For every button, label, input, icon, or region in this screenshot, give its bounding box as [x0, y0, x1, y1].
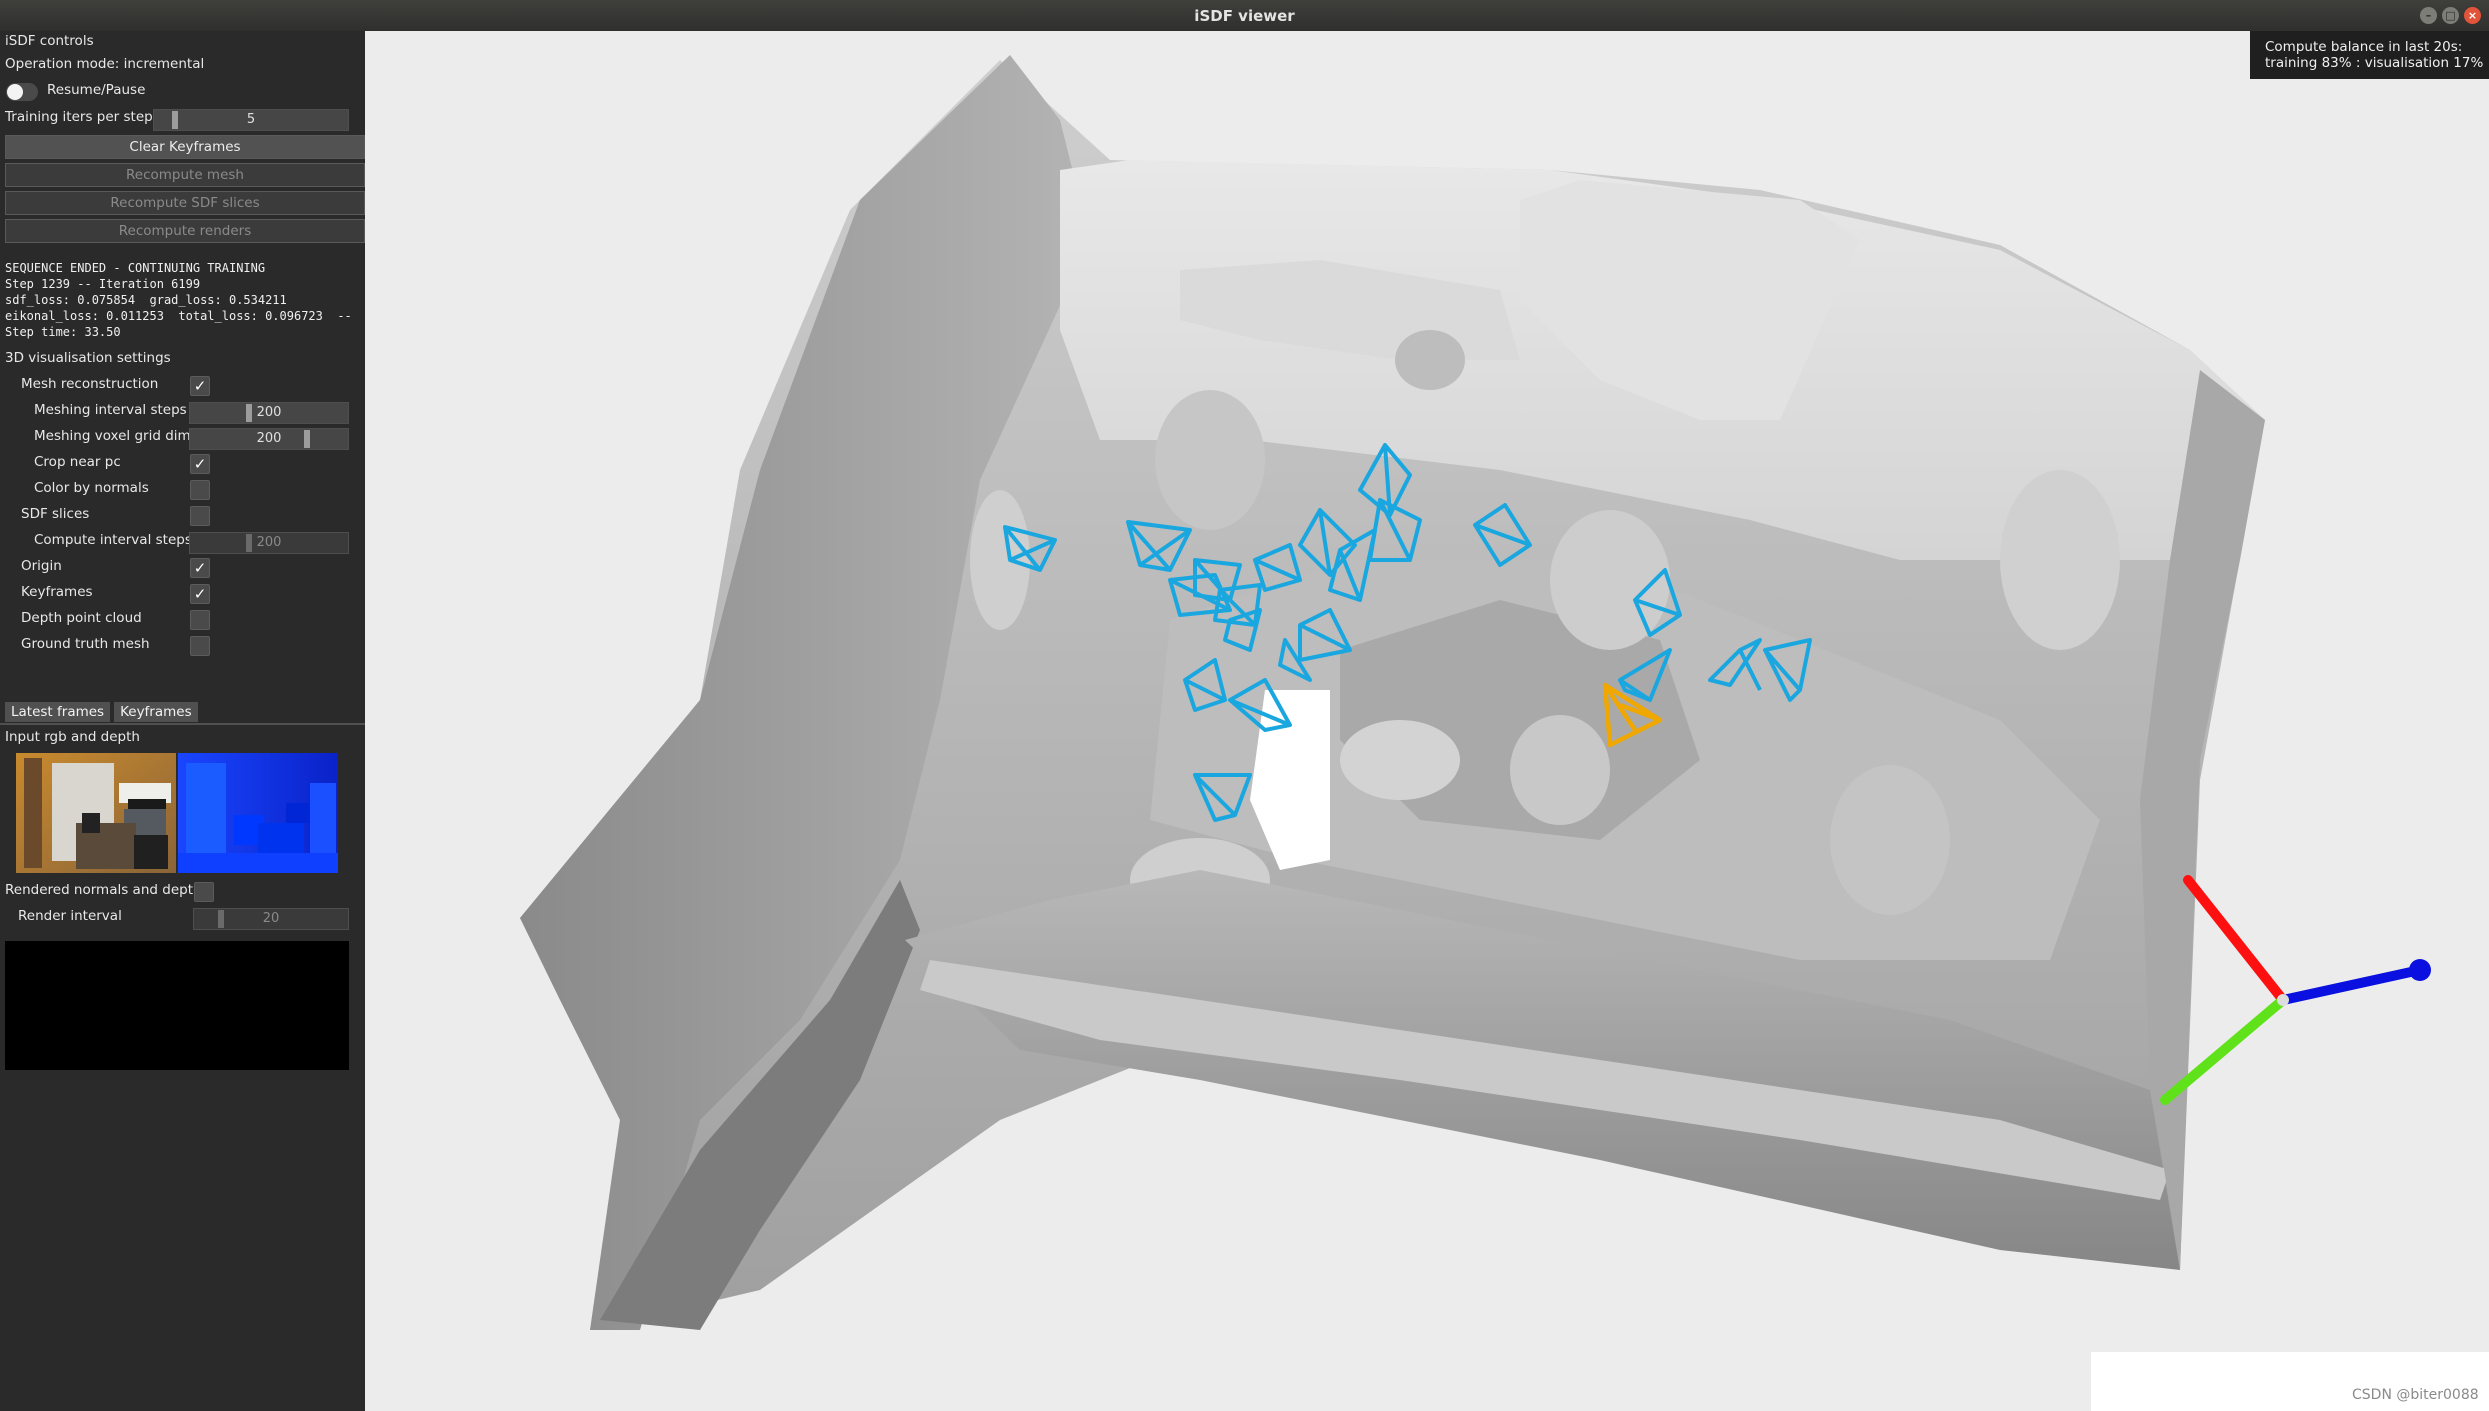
input-rgb-depth-label: Input rgb and depth — [5, 729, 140, 745]
sdf-slices-checkbox[interactable] — [190, 506, 210, 526]
tab-latest-frames[interactable]: Latest frames — [5, 702, 111, 722]
mesh-reconstruction-label: Mesh reconstruction — [21, 376, 159, 392]
input-rgb-depth-images — [16, 753, 338, 873]
meshing-interval-slider[interactable]: 200 — [189, 402, 349, 424]
keyframes-checkbox[interactable]: ✓ — [190, 584, 210, 604]
rendered-normals-depth-checkbox[interactable] — [194, 882, 214, 902]
compute-balance-line1: Compute balance in last 20s: — [2265, 39, 2463, 55]
compute-balance-overlay: Compute balance in last 20s: training 83… — [2250, 31, 2489, 79]
vis-settings-title: 3D visualisation settings — [5, 350, 171, 366]
training-status-text: SEQUENCE ENDED - CONTINUING TRAINING Step… — [5, 261, 352, 339]
origin-label: Origin — [21, 558, 62, 574]
depth-thumbnail — [178, 753, 338, 873]
window-buttons: – □ × — [2420, 7, 2481, 24]
z-axis-tip — [2409, 959, 2431, 981]
minimize-button[interactable]: – — [2420, 7, 2437, 24]
scene-canvas[interactable] — [365, 31, 2489, 1411]
operation-mode-label: Operation mode: incremental — [5, 56, 205, 72]
resume-pause-label: Resume/Pause — [47, 82, 146, 98]
origin-point — [2277, 994, 2289, 1006]
render-interval-label: Render interval — [18, 908, 122, 924]
crop-near-pc-checkbox[interactable]: ✓ — [190, 454, 210, 474]
close-button[interactable]: × — [2464, 7, 2481, 24]
maximize-button[interactable]: □ — [2442, 7, 2459, 24]
rendered-normals-depth-view — [5, 941, 349, 1070]
depth-point-cloud-label: Depth point cloud — [21, 610, 142, 626]
3d-viewport[interactable] — [365, 31, 2489, 1411]
origin-axes — [2160, 875, 2431, 1105]
meshing-voxel-label: Meshing voxel grid dim — [34, 428, 191, 444]
rendered-normals-depth-label: Rendered normals and depth — [5, 882, 202, 898]
window-title-bar: iSDF viewer – □ × — [0, 0, 2489, 31]
recompute-mesh-button[interactable]: Recompute mesh — [5, 163, 365, 187]
tab-underline — [0, 723, 365, 725]
recompute-renders-button[interactable]: Recompute renders — [5, 219, 365, 243]
meshing-interval-label: Meshing interval steps — [34, 402, 187, 418]
frames-tab-bar: Latest frames Keyframes — [5, 702, 198, 722]
mesh-reconstruction-checkbox[interactable]: ✓ — [190, 376, 210, 396]
watermark: CSDN @biter0088 — [2352, 1387, 2479, 1403]
compute-interval-label: Compute interval steps — [34, 532, 192, 548]
window-title: iSDF viewer — [1194, 6, 1295, 25]
sdf-slices-label: SDF slices — [21, 506, 90, 522]
reconstructed-mesh — [520, 55, 2265, 1330]
training-iters-label: Training iters per step — [5, 109, 153, 125]
compute-balance-line2: training 83% : visualisation 17% — [2265, 55, 2484, 71]
panel-title: iSDF controls — [5, 33, 94, 49]
z-axis — [2278, 965, 2425, 1005]
training-iters-slider[interactable]: 5 — [153, 109, 349, 131]
x-axis — [2183, 875, 2288, 1005]
resume-pause-toggle[interactable] — [6, 83, 38, 101]
origin-checkbox[interactable]: ✓ — [190, 558, 210, 578]
meshing-voxel-slider[interactable]: 200 — [189, 428, 349, 450]
ground-truth-mesh-label: Ground truth mesh — [21, 636, 150, 652]
tab-keyframes[interactable]: Keyframes — [114, 702, 198, 722]
controls-panel: iSDF controls Operation mode: incrementa… — [0, 31, 365, 1411]
crop-near-pc-label: Crop near pc — [34, 454, 121, 470]
color-by-normals-label: Color by normals — [34, 480, 149, 496]
recompute-sdf-slices-button[interactable]: Recompute SDF slices — [5, 191, 365, 215]
depth-point-cloud-checkbox[interactable] — [190, 610, 210, 630]
compute-interval-slider[interactable]: 200 — [189, 532, 349, 554]
ground-truth-mesh-checkbox[interactable] — [190, 636, 210, 656]
rgb-thumbnail — [16, 753, 176, 873]
color-by-normals-checkbox[interactable] — [190, 480, 210, 500]
clear-keyframes-button[interactable]: Clear Keyframes — [5, 135, 365, 159]
render-interval-slider[interactable]: 20 — [193, 908, 349, 930]
keyframes-label: Keyframes — [21, 584, 93, 600]
